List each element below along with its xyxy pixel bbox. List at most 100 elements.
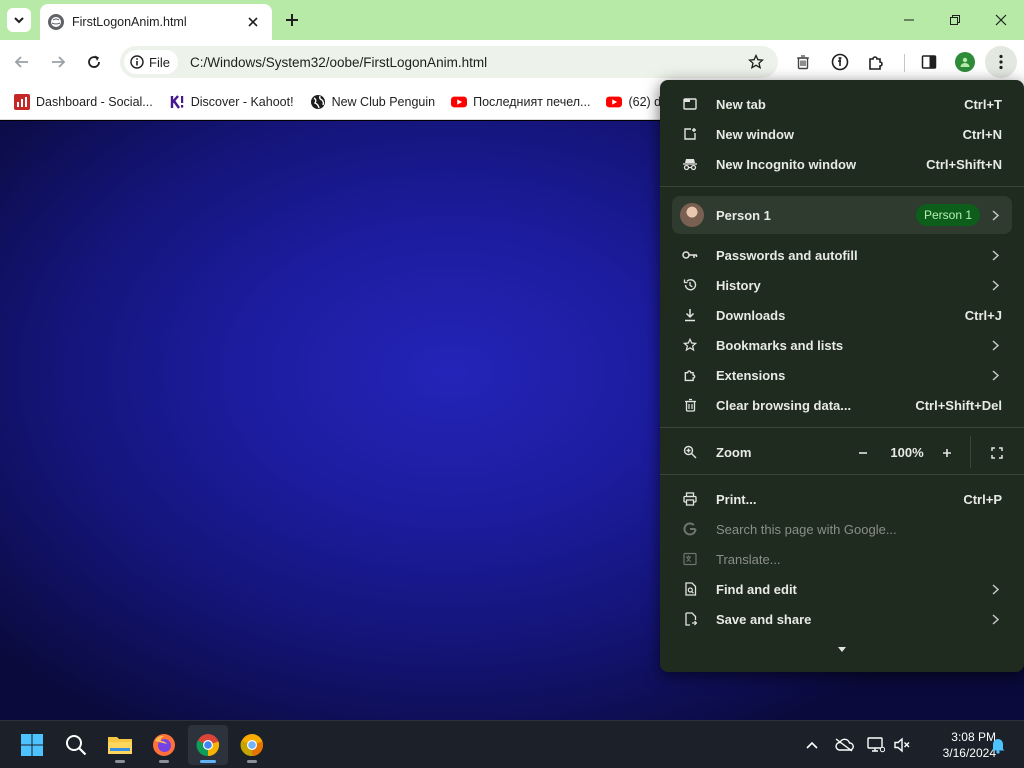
clock-time: 3:08 PM — [951, 730, 996, 744]
volume-tray-button[interactable] — [890, 733, 914, 757]
menu-item-clear-browsing-data[interactable]: Clear browsing data... Ctrl+Shift+Del — [660, 390, 1024, 420]
tab-search-button[interactable] — [7, 8, 31, 32]
chevron-up-icon — [806, 741, 818, 749]
network-tray-button[interactable] — [864, 733, 888, 757]
menu-divider — [660, 427, 1024, 428]
zoom-out-button[interactable] — [850, 440, 876, 466]
chevron-right-icon — [990, 208, 1000, 222]
site-info-chip[interactable]: File — [124, 50, 178, 74]
new-window-icon — [682, 126, 698, 142]
taskbar-search-button[interactable] — [56, 725, 96, 765]
tab-close-button[interactable] — [244, 13, 262, 31]
chevron-right-icon — [990, 338, 1000, 352]
incognito-icon — [682, 156, 698, 172]
trash-icon — [797, 55, 809, 70]
taskbar-chrome[interactable] — [188, 725, 228, 765]
address-bar[interactable]: File C:/Windows/System32/oobe/FirstLogon… — [120, 46, 778, 78]
menu-item-find-edit[interactable]: Find and edit — [660, 574, 1024, 604]
puzzle-icon — [869, 56, 883, 70]
fullscreen-icon — [991, 447, 1003, 459]
more-items-chevron-icon[interactable] — [836, 644, 848, 654]
bookmark-item[interactable]: Dashboard - Social... — [8, 88, 159, 116]
globe-icon — [48, 14, 64, 30]
menu-item-print[interactable]: Print... Ctrl+P — [660, 484, 1024, 514]
profile-row[interactable]: Person 1 Person 1 — [672, 196, 1012, 234]
running-indicator — [159, 760, 169, 763]
show-hidden-icons-button[interactable] — [800, 733, 824, 757]
bookmark-label: New Club Penguin — [331, 94, 436, 109]
bookmark-label: Dashboard - Social... — [36, 94, 153, 109]
minus-icon — [859, 452, 867, 454]
menu-item-extensions[interactable]: Extensions — [660, 360, 1024, 390]
save-share-icon — [682, 611, 698, 627]
start-icon — [21, 734, 43, 756]
menu-item-translate[interactable]: Translate... — [660, 544, 1024, 574]
clock-date: 3/16/2024 — [942, 746, 996, 760]
notifications-button[interactable] — [986, 733, 1010, 757]
taskbar: 3:08 PM 3/16/2024 — [0, 720, 1024, 768]
menu-item-passwords-autofill[interactable]: Passwords and autofill — [660, 240, 1024, 270]
extensions-button[interactable] — [860, 46, 892, 78]
menu-button[interactable] — [985, 46, 1017, 78]
zoom-in-button[interactable] — [934, 440, 960, 466]
restore-icon — [950, 15, 960, 25]
close-window-button[interactable] — [978, 0, 1024, 40]
taskbar-chrome-canary[interactable] — [232, 725, 272, 765]
arrow-right-icon — [52, 56, 66, 68]
menu-item-new-tab[interactable]: New tab Ctrl+T — [660, 89, 1024, 119]
tab-strip: FirstLogonAnim.html — [0, 0, 1024, 40]
translate-icon — [682, 551, 698, 567]
back-button[interactable] — [6, 46, 38, 78]
avatar — [680, 203, 704, 227]
menu-item-downloads[interactable]: Downloads Ctrl+J — [660, 300, 1024, 330]
minimize-icon — [904, 19, 914, 21]
download-icon — [682, 307, 698, 323]
profile-name: Person 1 — [716, 208, 771, 223]
tab-active[interactable]: FirstLogonAnim.html — [40, 4, 272, 40]
profile-button[interactable] — [949, 46, 981, 78]
extension-badge-icon — [831, 53, 849, 71]
forward-button[interactable] — [42, 46, 74, 78]
tab-title: FirstLogonAnim.html — [72, 15, 187, 29]
taskbar-firefox[interactable] — [144, 725, 184, 765]
menu-item-bookmarks-lists[interactable]: Bookmarks and lists — [660, 330, 1024, 360]
toolbar-divider — [904, 54, 905, 72]
menu-item-new-incognito-window[interactable]: New Incognito window Ctrl+Shift+N — [660, 149, 1024, 179]
find-icon — [682, 581, 698, 597]
menu-item-search-with-google[interactable]: Search this page with Google... — [660, 514, 1024, 544]
chevron-right-icon — [990, 612, 1000, 626]
volume-muted-icon — [894, 737, 910, 753]
restore-button[interactable] — [932, 0, 978, 40]
network-icon — [867, 737, 885, 753]
reload-icon — [88, 55, 100, 68]
chevron-down-icon — [14, 17, 24, 24]
bookmark-star-button[interactable] — [744, 50, 768, 74]
key-icon — [682, 247, 698, 263]
kahoot-icon — [169, 94, 185, 110]
extension-button-2[interactable] — [824, 46, 856, 78]
youtube-icon — [606, 94, 623, 110]
bookmark-item[interactable]: New Club Penguin — [304, 88, 442, 116]
bookmark-item[interactable]: Последният печел... — [445, 88, 596, 116]
profile-badge: Person 1 — [916, 204, 981, 226]
minimize-button[interactable] — [886, 0, 932, 40]
bookmark-item[interactable]: Discover - Kahoot! — [163, 88, 300, 116]
close-icon — [248, 17, 258, 27]
fullscreen-button[interactable] — [984, 440, 1010, 466]
trash-icon — [682, 397, 698, 413]
onedrive-tray-button[interactable] — [832, 733, 856, 757]
close-icon — [995, 14, 1007, 26]
new-tab-button[interactable] — [280, 8, 304, 32]
star-icon — [748, 54, 764, 70]
extension-button-1[interactable] — [787, 46, 819, 78]
chevron-right-icon — [990, 278, 1000, 292]
menu-item-history[interactable]: History — [660, 270, 1024, 300]
menu-item-save-share[interactable]: Save and share — [660, 604, 1024, 634]
side-panel-button[interactable] — [913, 46, 945, 78]
taskbar-file-explorer[interactable] — [100, 725, 140, 765]
system-clock[interactable]: 3:08 PM 3/16/2024 — [920, 729, 996, 761]
zoom-divider — [970, 436, 971, 468]
menu-item-new-window[interactable]: New window Ctrl+N — [660, 119, 1024, 149]
start-button[interactable] — [12, 725, 52, 765]
reload-button[interactable] — [78, 46, 110, 78]
